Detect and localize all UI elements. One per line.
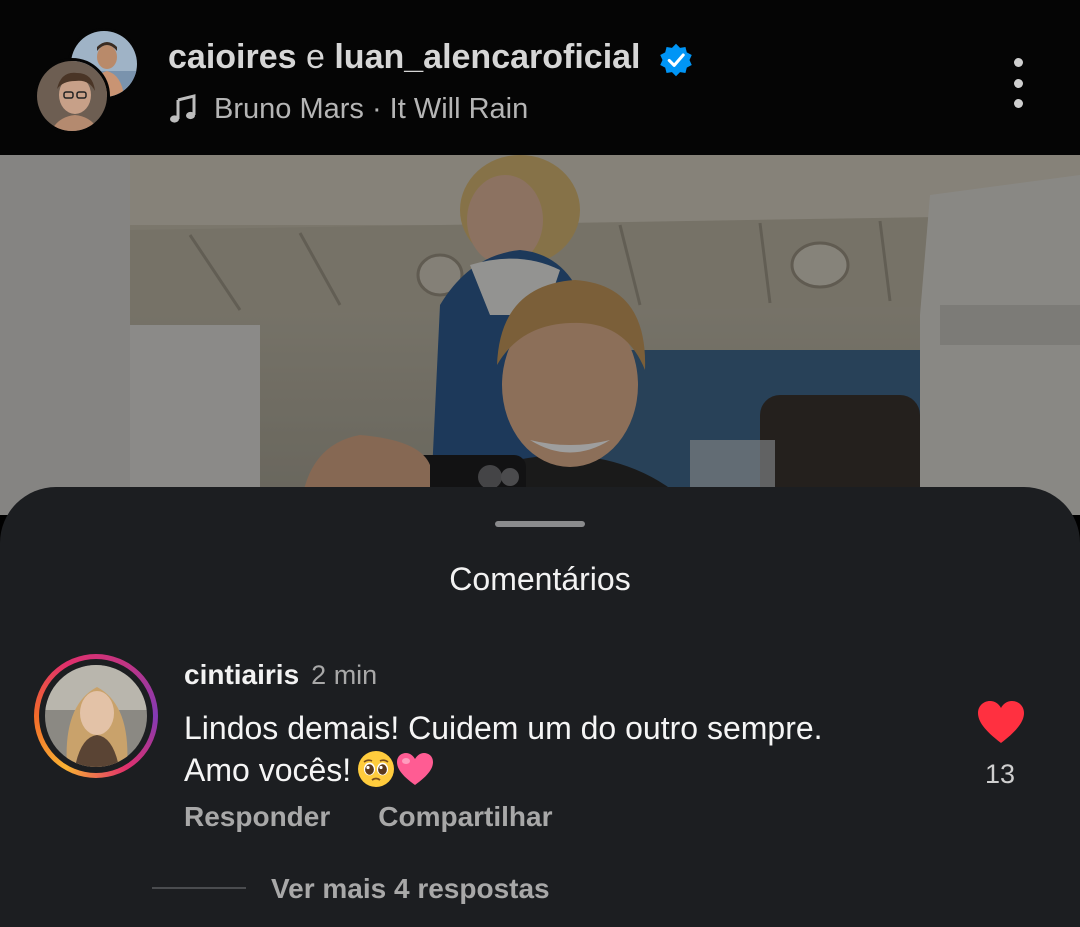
avatar-owner[interactable] [34, 58, 110, 134]
comments-sheet: Comentários cintiairis 2 min Lindos dema… [0, 487, 1080, 927]
reply-button[interactable]: Responder [184, 801, 330, 833]
reel-authors[interactable]: caioires e luan_alencaroficial [168, 38, 641, 77]
collab-avatars[interactable] [34, 28, 144, 138]
replies-divider [152, 887, 246, 889]
comment-text-line-2-wrap: Amo vocês! [184, 749, 944, 791]
comment-text-line-1: Lindos demais! Cuidem um do outro sempre… [184, 710, 823, 746]
share-button[interactable]: Compartilhar [378, 801, 552, 833]
more-options-button[interactable] [1004, 58, 1032, 108]
commenter-avatar[interactable] [34, 654, 158, 778]
verified-badge-icon [660, 43, 692, 77]
audio-track-label: Bruno Mars · It Will Rain [214, 92, 529, 125]
heart-icon[interactable] [976, 699, 1026, 745]
sheet-drag-handle[interactable] [495, 521, 585, 527]
music-note-icon [170, 94, 196, 123]
comment-actions: Responder Compartilhar [184, 801, 601, 833]
author-2[interactable]: luan_alencaroficial [334, 38, 640, 76]
view-replies-button[interactable]: Ver mais 4 respostas [271, 873, 550, 905]
comment-text-line-2: Amo vocês! [184, 752, 352, 788]
comment-username[interactable]: cintiairis [184, 659, 299, 691]
comment-text: Lindos demais! Cuidem um do outro sempre… [184, 707, 944, 791]
more-vertical-icon [1013, 58, 1023, 67]
reel-header: caioires e luan_alencaroficial Bruno Mar… [0, 0, 1080, 155]
comment-header: cintiairis 2 min [184, 659, 377, 691]
author-1[interactable]: caioires [168, 38, 297, 76]
audio-track[interactable]: Bruno Mars · It Will Rain [168, 92, 528, 126]
sheet-title: Comentários [449, 561, 631, 597]
comment-timestamp: 2 min [311, 660, 378, 690]
commenter-avatar-image [45, 665, 147, 767]
pleading-face-emoji-icon [358, 751, 395, 787]
pink-heart-emoji-icon [397, 753, 434, 785]
like-count: 13 [984, 759, 1016, 789]
reel-media[interactable] [0, 155, 1080, 515]
author-joiner: e [305, 38, 325, 76]
